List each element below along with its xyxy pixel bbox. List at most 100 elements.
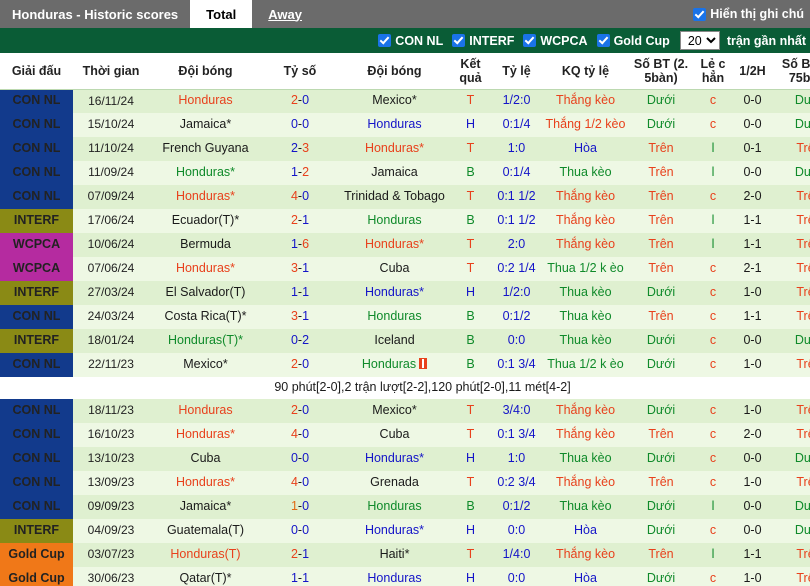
col-header-time[interactable]: Thời gian — [73, 53, 149, 89]
cell-ou-075: Dưới — [773, 329, 810, 353]
cell-half-time: 0-0 — [732, 89, 773, 113]
cell-away-team: Honduras* — [338, 447, 451, 471]
table-row[interactable]: CON NL15/10/24Jamaica*0-0HondurasH0:1/4T… — [0, 113, 810, 137]
table-row[interactable]: INTERF18/01/24Honduras(T)*0-2IcelandB0:0… — [0, 329, 810, 353]
table-row[interactable]: Gold Cup30/06/23Qatar(T)*1-1HondurasH0:0… — [0, 567, 810, 586]
result-letter: B — [466, 357, 474, 371]
cell-result: T — [451, 423, 490, 447]
table-row[interactable]: CON NL11/09/24Honduras*1-2JamaicaB0:1/4T… — [0, 161, 810, 185]
cell-ou-075: Trên — [773, 423, 810, 447]
cell-half-time: 0-0 — [732, 519, 773, 543]
cell-date: 13/10/23 — [73, 447, 149, 471]
filter-bar: CON NL INTERF WCPCA Gold Cup 20 trận gần… — [0, 28, 810, 53]
col-header-odd-even[interactable]: Lẻ c hẳn — [694, 53, 732, 89]
cell-ou-25: Trên — [628, 543, 694, 567]
league-badge-label: WCPCA — [13, 237, 60, 251]
cell-date: 30/06/23 — [73, 567, 149, 586]
table-row[interactable]: CON NL09/09/23Jamaica*1-0HondurasB0:1/2T… — [0, 495, 810, 519]
filter-gold-cup[interactable]: Gold Cup — [597, 34, 670, 48]
table-row[interactable]: CON NL13/09/23Honduras*4-0GrenadaT0:2 3/… — [0, 471, 810, 495]
score-away: 1 — [302, 213, 309, 227]
cell-date: 22/11/23 — [73, 353, 149, 377]
cell-away-team: Honduras* — [338, 137, 451, 161]
checkbox-icon[interactable] — [452, 34, 465, 47]
table-row[interactable]: CON NL16/10/23Honduras*4-0CubaT0:1 3/4Th… — [0, 423, 810, 447]
filter-con-nl[interactable]: CON NL — [378, 34, 443, 48]
table-row[interactable]: INTERF04/09/23Guatemala(T)0-0Honduras*H0… — [0, 519, 810, 543]
odd-even-letter: c — [710, 357, 716, 371]
checkbox-icon[interactable] — [597, 34, 610, 47]
cell-ou-25: Dưới — [628, 495, 694, 519]
col-header-ou-075[interactable]: Số BT (0. 75bàn) — [773, 53, 810, 89]
cell-league: Gold Cup — [0, 543, 73, 567]
score-home: 1 — [291, 237, 298, 251]
tab-away[interactable]: Away — [252, 0, 318, 28]
table-row[interactable]: Gold Cup03/07/23Honduras(T)2-1Haiti*T1/4… — [0, 543, 810, 567]
league-badge-label: INTERF — [14, 333, 59, 347]
odd-even-letter: c — [710, 475, 716, 489]
table-row[interactable]: WCPCA10/06/24Bermuda1-6Honduras*T2:0Thắn… — [0, 233, 810, 257]
odd-even-letter: c — [710, 309, 716, 323]
col-header-odds-result[interactable]: KQ tỷ lệ — [543, 53, 628, 89]
score-away: 0 — [302, 93, 309, 107]
col-header-odds[interactable]: Tỷ lệ — [490, 53, 543, 89]
col-header-result[interactable]: Kết quả — [451, 53, 490, 89]
filter-interf[interactable]: INTERF — [452, 34, 514, 48]
odd-even-letter: c — [710, 333, 716, 347]
table-row[interactable]: CON NL13/10/23Cuba0-0Honduras*H1:0Thua k… — [0, 447, 810, 471]
tab-total[interactable]: Total — [190, 0, 252, 28]
checkbox-icon[interactable] — [693, 8, 706, 21]
over-under-075: Trên — [796, 213, 810, 227]
table-row[interactable]: WCPCA07/06/24Honduras*3-1CubaT0:2 1/4Thu… — [0, 257, 810, 281]
cell-ou-075: Dưới — [773, 161, 810, 185]
table-row[interactable]: CON NL11/10/24French Guyana2-3Honduras*T… — [0, 137, 810, 161]
half-time-score: 0-1 — [743, 141, 761, 155]
cell-odd-even: c — [694, 185, 732, 209]
cell-result: T — [451, 257, 490, 281]
table-row[interactable]: CON NL22/11/23Mexico*2-0HondurasB0:1 3/4… — [0, 353, 810, 377]
home-team-name: Guatemala(T) — [167, 523, 244, 537]
filter-wcpca[interactable]: WCPCA — [523, 34, 587, 48]
odds-result-label: Thua kèo — [559, 499, 611, 513]
over-under-25: Trên — [648, 309, 673, 323]
filter-con-nl-label: CON NL — [395, 34, 443, 48]
cell-score: 2-1 — [262, 543, 338, 567]
cell-home-team: Honduras(T)* — [149, 329, 262, 353]
table-row[interactable]: CON NL16/11/24Honduras2-0Mexico*T1/2:0Th… — [0, 89, 810, 113]
col-header-score[interactable]: Tỷ số — [262, 53, 338, 89]
cell-half-time: 0-0 — [732, 329, 773, 353]
half-time-score: 1-1 — [743, 237, 761, 251]
cell-away-team: Honduras — [338, 209, 451, 233]
col-header-ou-25[interactable]: Số BT (2. 5bàn) — [628, 53, 694, 89]
result-letter: H — [466, 523, 475, 537]
cell-odds-result: Thua 1/2 k èo — [543, 353, 628, 377]
table-row[interactable]: CON NL18/11/23Honduras2-0Mexico*T3/4:0Th… — [0, 399, 810, 423]
show-notes-toggle[interactable]: Hiển thị ghi chú — [693, 0, 810, 28]
odds-value: 0:1/2 — [503, 499, 531, 513]
home-team-name: El Salvador(T) — [166, 285, 246, 299]
odd-even-letter: l — [712, 213, 715, 227]
cell-odd-even: c — [694, 305, 732, 329]
match-count-select[interactable]: 20 — [680, 31, 720, 50]
table-row[interactable]: INTERF17/06/24Ecuador(T)*2-1HondurasB0:1… — [0, 209, 810, 233]
cell-league: CON NL — [0, 399, 73, 423]
table-row[interactable]: CON NL07/09/24Honduras*4-0Trinidad & Tob… — [0, 185, 810, 209]
col-header-league[interactable]: Giải đấu — [0, 53, 73, 89]
table-row[interactable]: INTERF27/03/24El Salvador(T)1-1Honduras*… — [0, 281, 810, 305]
col-header-home-team[interactable]: Đội bóng — [149, 53, 262, 89]
away-team-name: Cuba — [380, 427, 410, 441]
table-row[interactable]: CON NL24/03/24Costa Rica(T)*3-1HondurasB… — [0, 305, 810, 329]
col-header-away-team[interactable]: Đội bóng — [338, 53, 451, 89]
top-bar: Honduras - Historic scores Total Away Hi… — [0, 0, 810, 28]
checkbox-icon[interactable] — [378, 34, 391, 47]
away-team-name: Honduras* — [365, 141, 424, 155]
cell-odds: 0:1 1/2 — [490, 209, 543, 233]
col-header-half-time[interactable]: 1/2H — [732, 53, 773, 89]
score-away: 1 — [302, 571, 309, 585]
result-letter: H — [466, 117, 475, 131]
score-home: 3 — [291, 309, 298, 323]
cell-score: 0-0 — [262, 519, 338, 543]
checkbox-icon[interactable] — [523, 34, 536, 47]
home-team-name: Jamaica* — [180, 117, 231, 131]
cell-ou-075: Dưới — [773, 495, 810, 519]
